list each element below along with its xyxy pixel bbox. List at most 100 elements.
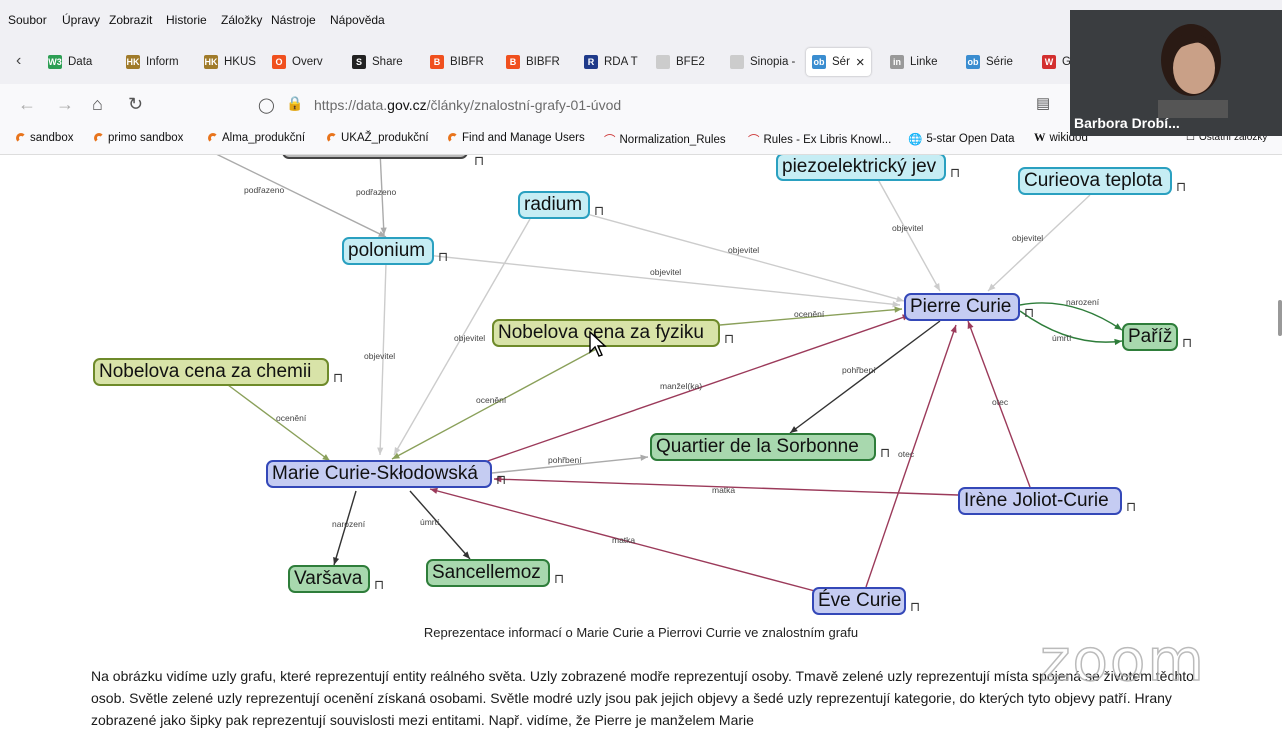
tab-label: HKUS: [224, 56, 256, 68]
pin-icon[interactable]: ⊓: [880, 445, 890, 461]
tab-label: Sér: [832, 56, 850, 68]
pin-icon[interactable]: ⊓: [950, 165, 960, 181]
graph-edge-arrowhead: [967, 321, 974, 329]
bookmark-rules[interactable]: ⌒ Rules - Ex Libris Knowl...: [748, 132, 891, 148]
graph-node-irene[interactable]: Irène Joliot-Curie: [958, 487, 1122, 515]
tab-label: BFE2: [676, 56, 705, 68]
graph-node-piezo[interactable]: piezoelektrický jev: [776, 155, 946, 181]
home-icon[interactable]: ⌂: [92, 94, 103, 115]
browser-tab[interactable]: HK Inform: [120, 48, 185, 76]
bookmark-ukaz[interactable]: UKAŽ_produkční: [327, 132, 429, 144]
browser-tab[interactable]: W3 Data: [42, 48, 98, 76]
menu-edit[interactable]: Úpravy: [62, 13, 100, 27]
pin-icon[interactable]: ⊓: [438, 249, 448, 265]
graph-node-radium[interactable]: radium: [518, 191, 590, 219]
graph-edge-label: objevitel: [728, 245, 760, 255]
graph-node-curieova[interactable]: Curieova teplota: [1018, 167, 1172, 195]
graph-node-eve[interactable]: Éve Curie: [812, 587, 906, 615]
graph-edge-label: objevitel: [1012, 233, 1044, 243]
browser-tab[interactable]: ob Sér ×: [806, 48, 871, 76]
bookmark-normalization[interactable]: ⌒ Normalization_Rules: [604, 132, 726, 148]
pin-icon[interactable]: ⊓: [594, 203, 604, 219]
bookmark-find-users[interactable]: Find and Manage Users: [448, 132, 585, 144]
tab-label: BIBFR: [450, 56, 484, 68]
participant-name: Barbora Drobí...: [1074, 115, 1180, 131]
graph-edge: [1019, 302, 1123, 331]
browser-tab[interactable]: in Linke: [884, 48, 944, 76]
graph-edge-label: narození: [332, 519, 366, 529]
graph-edge-label: objevitel: [454, 333, 486, 343]
bookmark-sandbox[interactable]: sandbox: [16, 132, 73, 144]
tab-favicon-icon: HK: [204, 55, 218, 69]
url-prefix: https://data.: [314, 97, 388, 113]
graph-node-category[interactable]: [282, 155, 468, 159]
pin-icon[interactable]: ⊓: [1126, 499, 1136, 515]
graph-node-marie[interactable]: Marie Curie-Skłodowská: [266, 460, 492, 488]
bookmark-5star[interactable]: 🌐 5-star Open Data: [908, 132, 1015, 146]
pin-icon[interactable]: ⊓: [474, 155, 484, 169]
browser-tab[interactable]: O Overv: [266, 48, 329, 76]
browser-tab[interactable]: HK HKUS: [198, 48, 262, 76]
graph-edge-arrowhead: [333, 557, 340, 565]
scrollbar-thumb[interactable]: [1278, 300, 1282, 336]
url-path: /články/znalostní-grafy-01-úvod: [426, 97, 622, 113]
bookmark-alma[interactable]: Alma_produkční: [208, 132, 305, 144]
pin-icon[interactable]: ⊓: [1176, 179, 1186, 195]
menu-tools[interactable]: Nástroje: [271, 13, 316, 27]
graph-edge-label: pohřbení: [842, 365, 876, 375]
bookmark-label: Normalization_Rules: [619, 134, 726, 146]
tab-label: Série: [986, 56, 1013, 68]
graph-node-varsava[interactable]: Varšava: [288, 565, 370, 593]
graph-edge-label: podřazeno: [356, 187, 397, 197]
video-overlay[interactable]: Barbora Drobí...: [1070, 10, 1282, 136]
browser-tab[interactable]: B BIBFR: [500, 48, 566, 76]
reader-view-icon[interactable]: ▤: [1036, 94, 1050, 112]
tab-label: Share: [372, 56, 403, 68]
back-arrow-icon[interactable]: ←: [18, 94, 36, 115]
pin-icon[interactable]: ⊓: [374, 577, 384, 593]
pin-icon[interactable]: ⊓: [910, 599, 920, 615]
pin-icon[interactable]: ⊓: [724, 331, 734, 347]
mouse-cursor-icon: [589, 330, 607, 357]
exlibris-icon: ⌒: [748, 135, 760, 147]
graph-node-sancellemoz[interactable]: Sancellemoz: [426, 559, 550, 587]
browser-tab[interactable]: B BIBFR: [424, 48, 490, 76]
tab-scroll-left-icon[interactable]: ‹: [16, 52, 21, 70]
tab-favicon-icon: B: [506, 55, 520, 69]
graph-node-pierre[interactable]: Pierre Curie: [904, 293, 1020, 321]
browser-tab[interactable]: BFE2: [650, 48, 711, 76]
pin-icon[interactable]: ⊓: [496, 472, 506, 488]
menu-help[interactable]: Nápověda: [330, 13, 385, 27]
browser-tab[interactable]: Sinopia -: [724, 48, 801, 76]
tab-label: Overv: [292, 56, 323, 68]
graph-edge-label: otec: [992, 397, 1009, 407]
pin-icon[interactable]: ⊓: [1024, 305, 1034, 321]
graph-node-nobchem[interactable]: Nobelova cena za chemii: [93, 358, 329, 386]
tab-label: Inform: [146, 56, 179, 68]
browser-tab[interactable]: ob Série: [960, 48, 1019, 76]
graph-edge-label: matka: [612, 535, 636, 545]
tab-close-icon[interactable]: ×: [856, 54, 865, 71]
menu-history[interactable]: Historie: [166, 13, 207, 27]
bookmark-primo-sandbox[interactable]: primo sandbox: [94, 132, 183, 144]
graph-node-polonium[interactable]: polonium: [342, 237, 434, 265]
browser-tab[interactable]: S Share: [346, 48, 409, 76]
browser-tab[interactable]: R RDA T: [578, 48, 644, 76]
reload-icon[interactable]: ↻: [128, 94, 143, 115]
address-bar[interactable]: https://data. gov.cz/články/znalostní-gra…: [314, 90, 1134, 120]
pin-icon[interactable]: ⊓: [1182, 335, 1192, 351]
pin-icon[interactable]: ⊓: [554, 571, 564, 587]
menu-file[interactable]: Soubor: [8, 13, 47, 27]
forward-arrow-icon[interactable]: →: [56, 94, 74, 115]
graph-node-sorbonne[interactable]: Quartier de la Sorbonne: [650, 433, 876, 461]
graph-edge-label: pohřbení: [548, 455, 582, 465]
graph-node-pariz[interactable]: Paříž: [1122, 323, 1178, 351]
lock-icon: 🔒: [286, 95, 304, 111]
graph-edge-label: podřazeno: [244, 185, 285, 195]
graph-edge-arrowhead: [896, 296, 904, 303]
menu-view[interactable]: Zobrazit: [109, 13, 152, 27]
menu-bookmarks[interactable]: Záložky: [221, 13, 262, 27]
shield-icon[interactable]: ◯: [258, 96, 275, 114]
pin-icon[interactable]: ⊓: [333, 370, 343, 386]
graph-edge-label: manžel(ka): [660, 381, 703, 391]
